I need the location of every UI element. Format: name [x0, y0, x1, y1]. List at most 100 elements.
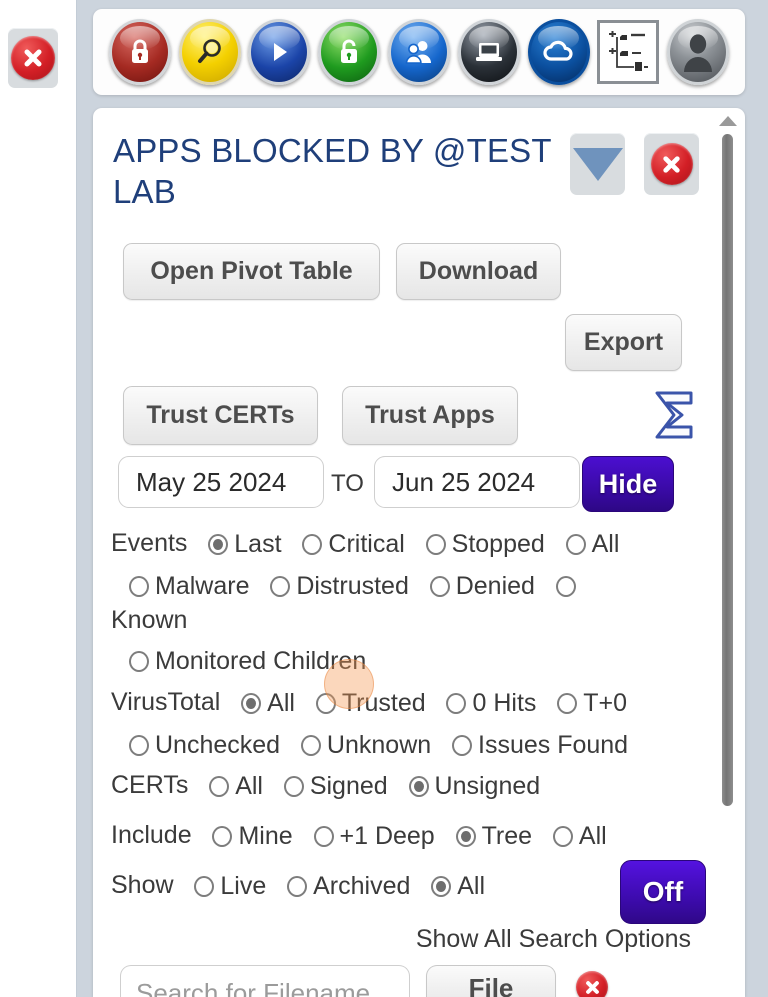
- radio-icon[interactable]: [431, 875, 452, 897]
- radio-label-known-wrap: Known: [111, 598, 711, 641]
- radio-option-virustotal-trusted[interactable]: Trusted: [315, 681, 426, 724]
- radio-icon[interactable]: [287, 875, 308, 897]
- sigma-icon[interactable]: [646, 389, 701, 441]
- toolbar-item-cloud[interactable]: [524, 19, 594, 85]
- file-button[interactable]: File: [426, 965, 556, 997]
- hide-button[interactable]: Hide: [582, 456, 674, 512]
- filter-group-events-row3: Monitored Children: [129, 638, 729, 682]
- radio-label: Known: [111, 606, 188, 635]
- radio-icon[interactable]: [446, 692, 467, 714]
- radio-option-virustotal-t-plus-0[interactable]: T+0: [557, 681, 627, 724]
- date-from-input[interactable]: May 25 2024: [118, 456, 324, 508]
- search-clear-button[interactable]: [576, 971, 608, 997]
- radio-option-virustotal-issues-found[interactable]: Issues Found: [452, 723, 628, 766]
- radio-icon[interactable]: [283, 775, 304, 797]
- radio-option-virustotal-all[interactable]: All: [241, 681, 295, 724]
- radio-label: All: [578, 822, 607, 851]
- collapse-button[interactable]: Collapse: [570, 133, 625, 195]
- toolbar-item-users[interactable]: [384, 19, 454, 85]
- trust-certs-button[interactable]: Trust CERTs: [123, 386, 318, 445]
- radio-icon[interactable]: [452, 734, 472, 756]
- radio-label: Critical: [328, 530, 405, 559]
- caret-up-icon[interactable]: [719, 116, 737, 126]
- radio-icon[interactable]: [129, 650, 149, 672]
- trust-apps-button[interactable]: Trust Apps: [342, 386, 518, 445]
- open-pivot-table-button[interactable]: Open Pivot Table: [123, 243, 380, 300]
- left-rail-close-button[interactable]: Close: [8, 28, 58, 88]
- radio-option-virustotal-0-hits[interactable]: 0 Hits: [446, 681, 536, 724]
- off-toggle-button[interactable]: Off: [620, 860, 706, 924]
- radio-option-events-last[interactable]: Last: [208, 522, 282, 565]
- panel-scrollbar[interactable]: [717, 116, 739, 816]
- radio-icon[interactable]: [129, 734, 149, 756]
- radio-icon[interactable]: [425, 533, 446, 555]
- radio-icon[interactable]: [557, 692, 578, 714]
- toolbar-item-profile[interactable]: [663, 19, 733, 85]
- radio-option-show-live[interactable]: Live: [194, 864, 266, 907]
- radio-option-events-stopped[interactable]: Stopped: [425, 522, 545, 565]
- radio-icon[interactable]: [302, 533, 323, 555]
- filter-group-virustotal-row2: Unchecked Unknown Issues Found: [129, 722, 729, 766]
- radio-icon[interactable]: [194, 875, 215, 897]
- toolbar-item-lock[interactable]: [105, 19, 175, 85]
- radio-label: Last: [234, 530, 282, 559]
- radio-option-events-critical[interactable]: Critical: [302, 522, 405, 565]
- toolbar-item-org-chart[interactable]: [593, 20, 663, 84]
- radio-icon[interactable]: [429, 575, 450, 597]
- radio-label: Stopped: [451, 530, 545, 559]
- radio-icon[interactable]: [300, 734, 321, 756]
- radio-option-virustotal-unknown[interactable]: Unknown: [300, 723, 432, 766]
- show-all-search-options-link[interactable]: Show All Search Options: [416, 925, 691, 954]
- radio-option-include-tree[interactable]: Tree: [455, 814, 533, 857]
- radio-option-show-all[interactable]: All: [431, 864, 485, 907]
- toolbar-item-play[interactable]: [245, 19, 315, 85]
- filter-label-events: Events: [111, 529, 188, 558]
- filter-label-include: Include: [111, 821, 192, 850]
- cloud-blue-icon: [527, 19, 590, 85]
- filter-group-include: Include Mine +1 Deep Tree All: [111, 813, 711, 857]
- radio-option-certs-all[interactable]: All: [209, 764, 263, 807]
- radio-label: Mine: [238, 822, 293, 851]
- radio-label: All: [267, 689, 295, 718]
- panel-close-button[interactable]: Close: [644, 133, 699, 195]
- radio-option-certs-signed[interactable]: Signed: [283, 764, 388, 807]
- radio-label: Trusted: [341, 689, 426, 718]
- radio-label: Unknown: [326, 731, 432, 760]
- radio-option-include-all[interactable]: All: [552, 814, 607, 857]
- radio-option-certs-unsigned[interactable]: Unsigned: [408, 764, 540, 807]
- scrollbar-thumb[interactable]: [722, 134, 733, 806]
- radio-label: +1 Deep: [339, 822, 435, 851]
- radio-icon[interactable]: [212, 825, 233, 847]
- radio-option-events-all[interactable]: All: [565, 522, 619, 565]
- red-x-icon: [576, 971, 608, 997]
- search-input[interactable]: Search for Filename: [120, 965, 410, 997]
- radio-option-show-archived[interactable]: Archived: [287, 864, 410, 907]
- radio-option-virustotal-unchecked[interactable]: Unchecked: [129, 723, 280, 766]
- radio-label: Signed: [309, 772, 388, 801]
- radio-label: Tree: [481, 822, 533, 851]
- radio-icon[interactable]: [129, 575, 149, 597]
- radio-label: Monitored Children: [155, 647, 367, 676]
- radio-icon[interactable]: [408, 775, 429, 797]
- radio-icon[interactable]: [313, 825, 334, 847]
- triangle-down-icon: [572, 147, 623, 181]
- radio-option-include-mine[interactable]: Mine: [212, 814, 293, 857]
- radio-icon[interactable]: [552, 825, 573, 847]
- radio-icon[interactable]: [209, 775, 230, 797]
- radio-option-include-plus1-deep[interactable]: +1 Deep: [313, 814, 435, 857]
- radio-icon[interactable]: [455, 825, 476, 847]
- export-button[interactable]: Export: [565, 314, 682, 371]
- radio-icon[interactable]: [208, 533, 229, 555]
- radio-option-events-monitored-children[interactable]: Monitored Children: [129, 639, 366, 682]
- radio-icon[interactable]: [270, 575, 291, 597]
- left-rail: Close: [0, 0, 77, 997]
- toolbar-item-unlock[interactable]: [314, 19, 384, 85]
- date-to-input[interactable]: Jun 25 2024: [374, 456, 580, 508]
- radio-icon[interactable]: [565, 533, 586, 555]
- radio-icon[interactable]: [555, 576, 576, 598]
- download-button[interactable]: Download: [396, 243, 561, 300]
- radio-icon[interactable]: [315, 692, 336, 714]
- toolbar-item-devices[interactable]: [454, 19, 524, 85]
- toolbar-item-search[interactable]: [175, 19, 245, 85]
- radio-icon[interactable]: [241, 692, 262, 714]
